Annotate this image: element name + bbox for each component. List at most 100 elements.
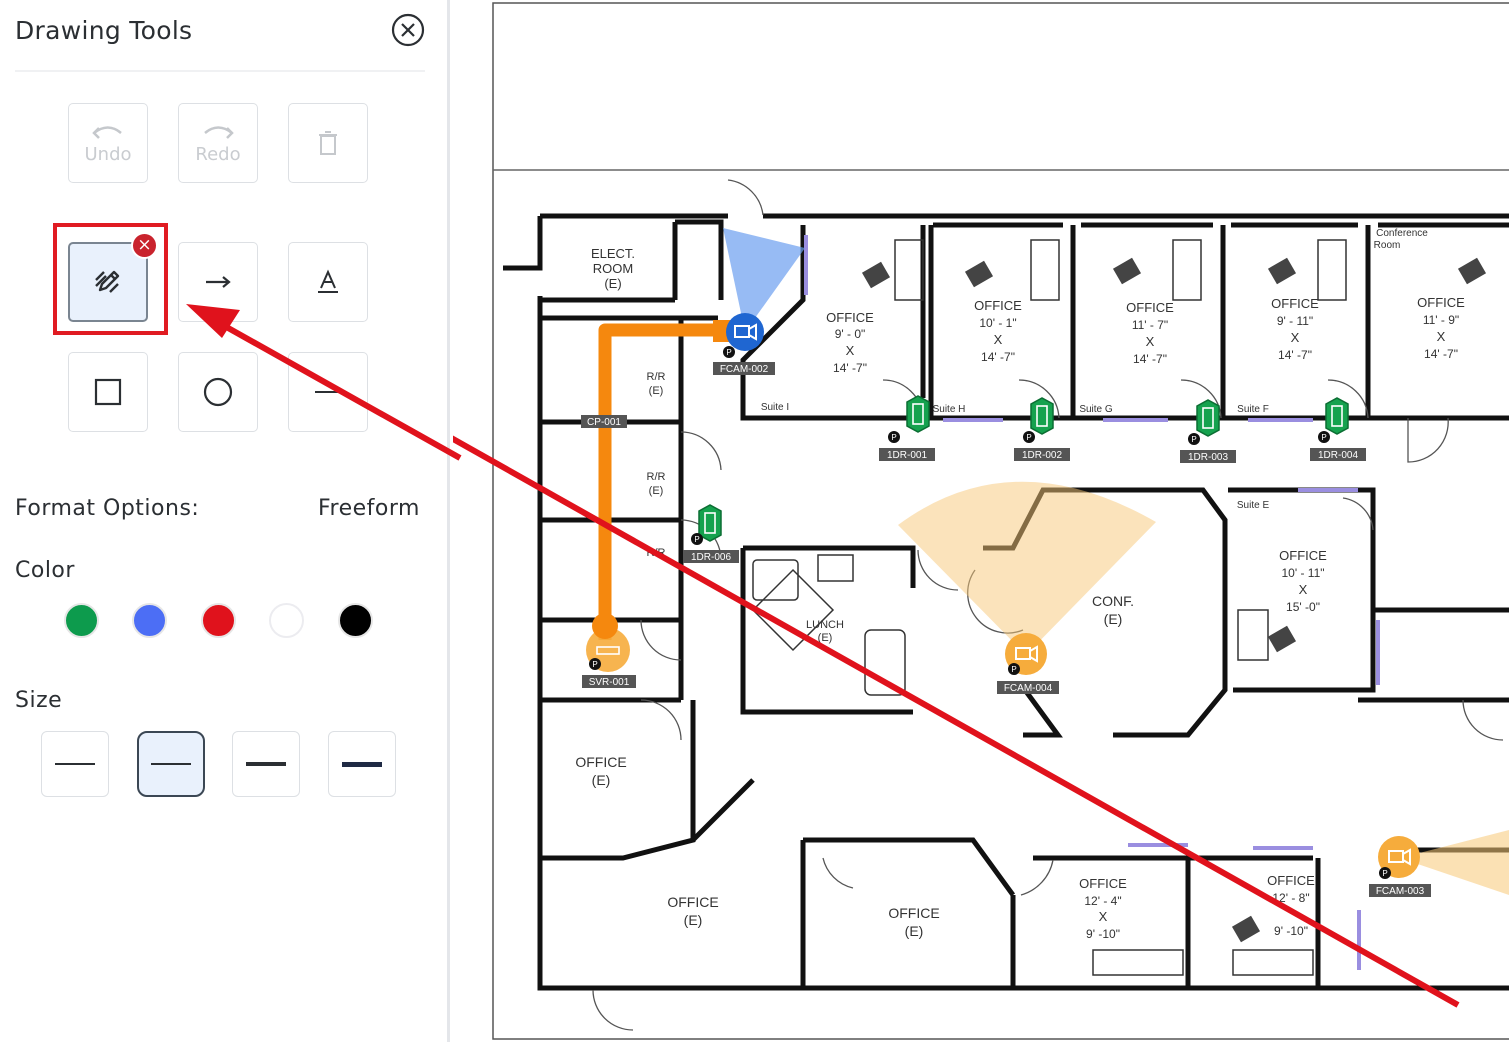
color-label: Color <box>15 558 75 583</box>
svg-text:14' -7": 14' -7" <box>1133 352 1167 366</box>
svg-text:FCAM-004: FCAM-004 <box>1004 683 1053 694</box>
size-thick-icon <box>246 762 286 766</box>
svg-text:P: P <box>694 535 699 544</box>
svg-text:P: P <box>592 660 597 669</box>
svg-text:14' -7": 14' -7" <box>833 361 867 375</box>
size-medium-icon <box>151 762 191 766</box>
svg-text:1DR-004: 1DR-004 <box>1318 450 1358 461</box>
svg-text:12' - 4": 12' - 4" <box>1084 894 1121 908</box>
svg-text:ELECT.: ELECT. <box>591 246 635 261</box>
svg-text:OFFICE: OFFICE <box>1079 876 1127 891</box>
svg-text:9' -10": 9' -10" <box>1086 927 1120 941</box>
svg-text:1DR-006: 1DR-006 <box>691 552 731 563</box>
svg-text:OFFICE: OFFICE <box>974 298 1022 313</box>
svg-text:(E): (E) <box>592 772 611 788</box>
svg-text:(E): (E) <box>905 923 924 939</box>
arrow-icon <box>206 276 231 288</box>
color-swatch-blue[interactable] <box>132 603 167 638</box>
svg-text:CP-001: CP-001 <box>587 417 621 428</box>
svg-text:OFFICE: OFFICE <box>1267 873 1315 888</box>
circle-tool-button[interactable] <box>178 352 258 432</box>
circle-icon <box>203 377 233 407</box>
close-button[interactable] <box>391 13 425 47</box>
color-swatch-black[interactable] <box>338 603 373 638</box>
size-extra-thick-icon <box>342 761 382 767</box>
format-options-label: Format Options: <box>15 496 200 521</box>
svg-text:1DR-003: 1DR-003 <box>1188 452 1228 463</box>
line-icon <box>315 391 341 393</box>
svg-text:Suite I: Suite I <box>761 402 789 413</box>
svg-text:10' - 1": 10' - 1" <box>979 316 1016 330</box>
svg-text:R/R: R/R <box>647 471 666 483</box>
svg-text:Suite F: Suite F <box>1237 404 1269 415</box>
panel-title: Drawing Tools <box>15 16 193 45</box>
color-swatch-red[interactable] <box>201 603 236 638</box>
size-label: Size <box>15 688 63 713</box>
svg-text:ROOM: ROOM <box>593 261 633 276</box>
undo-button[interactable]: Undo <box>68 103 148 183</box>
svg-text:X: X <box>846 343 855 358</box>
text-icon <box>318 269 338 293</box>
svg-text:X: X <box>1099 909 1108 924</box>
svg-text:P: P <box>1011 665 1016 674</box>
line-tool-button[interactable] <box>288 352 368 432</box>
svg-text:X: X <box>994 332 1003 347</box>
svg-text:14' -7": 14' -7" <box>981 350 1015 364</box>
delete-button[interactable] <box>288 103 368 183</box>
svg-text:X: X <box>1146 334 1155 349</box>
svg-text:X: X <box>1291 330 1300 345</box>
svg-text:1DR-002: 1DR-002 <box>1022 450 1062 461</box>
svg-text:OFFICE: OFFICE <box>1126 300 1174 315</box>
size-thick-button[interactable] <box>232 731 300 797</box>
rectangle-tool-button[interactable] <box>68 352 148 432</box>
svg-text:P: P <box>726 348 731 357</box>
svg-text:CONF.: CONF. <box>1092 593 1134 609</box>
svg-text:10' - 11": 10' - 11" <box>1281 566 1324 580</box>
svg-text:OFFICE: OFFICE <box>888 905 939 921</box>
clear-selection-icon[interactable]: × <box>131 232 158 259</box>
arrow-tool-button[interactable] <box>178 242 258 322</box>
size-medium-button[interactable] <box>137 731 205 797</box>
svg-text:X: X <box>1437 329 1446 344</box>
svg-text:OFFICE: OFFICE <box>1417 295 1465 310</box>
svg-text:14' -7": 14' -7" <box>1278 348 1312 362</box>
svg-text:OFFICE: OFFICE <box>575 754 626 770</box>
svg-text:P: P <box>1321 433 1326 442</box>
svg-text:Conference: Conference <box>1376 228 1428 239</box>
svg-text:FCAM-002: FCAM-002 <box>720 364 769 375</box>
svg-text:OFFICE: OFFICE <box>1271 296 1319 311</box>
redo-button[interactable]: Redo <box>178 103 258 183</box>
title-divider <box>15 70 425 72</box>
svg-text:(E): (E) <box>649 485 664 497</box>
undo-icon <box>92 125 122 139</box>
text-tool-button[interactable] <box>288 242 368 322</box>
svg-text:P: P <box>1382 869 1387 878</box>
size-thin-button[interactable] <box>41 731 109 797</box>
svg-text:(E): (E) <box>604 276 621 291</box>
color-swatch-white[interactable] <box>269 603 304 638</box>
square-icon <box>94 378 122 406</box>
color-swatch-green[interactable] <box>64 603 99 638</box>
redo-label: Redo <box>195 143 241 165</box>
svg-text:Suite H: Suite H <box>933 404 966 415</box>
svg-text:OFFICE: OFFICE <box>826 310 874 325</box>
svg-text:15' -0": 15' -0" <box>1286 600 1320 614</box>
svg-text:9' - 11": 9' - 11" <box>1277 314 1313 328</box>
svg-text:X: X <box>1299 582 1308 597</box>
redo-icon <box>204 125 234 139</box>
size-thin-icon <box>55 763 95 765</box>
svg-text:(E): (E) <box>649 385 664 397</box>
svg-text:9' -10": 9' -10" <box>1274 924 1308 938</box>
floorplan-canvas[interactable]: ELECT. ROOM (E) R/R (E) R/R (E) R/R OFFI… <box>453 0 1509 1042</box>
size-extra-thick-button[interactable] <box>328 731 396 797</box>
svg-text:1DR-001: 1DR-001 <box>887 450 927 461</box>
device-cp-001[interactable]: CP-001 <box>581 415 627 428</box>
svg-text:9' - 0": 9' - 0" <box>835 327 866 341</box>
svg-text:Room: Room <box>1374 240 1401 251</box>
svg-text:Suite E: Suite E <box>1237 500 1270 511</box>
undo-label: Undo <box>84 143 132 165</box>
svg-text:(E): (E) <box>684 912 703 928</box>
svg-text:11' - 7": 11' - 7" <box>1132 318 1168 332</box>
close-icon <box>391 13 425 47</box>
trash-icon <box>319 131 337 155</box>
